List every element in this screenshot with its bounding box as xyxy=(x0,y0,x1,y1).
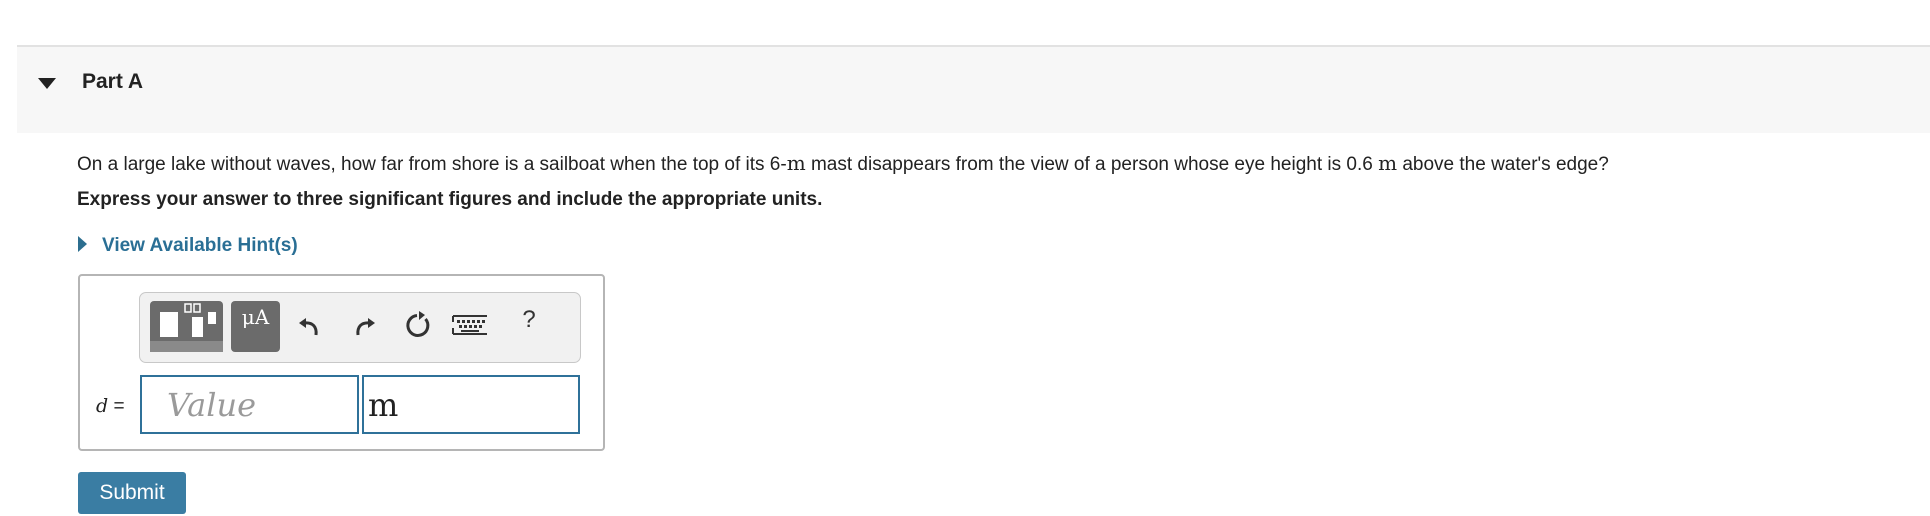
reset-icon xyxy=(406,311,430,337)
keyboard-icon xyxy=(452,315,487,335)
answer-variable-label: d = xyxy=(96,395,125,418)
question-text: On a large lake without waves, how far f… xyxy=(77,151,1609,176)
variable-symbol: d xyxy=(96,395,109,417)
question-unit-2: m xyxy=(1378,151,1398,175)
question-text-part-1: On a large lake without waves, how far f… xyxy=(77,154,787,175)
symbols-button[interactable]: μA xyxy=(231,301,280,352)
undo-icon xyxy=(299,318,318,336)
hint-expand-icon[interactable] xyxy=(78,236,87,252)
units-input[interactable] xyxy=(362,375,580,434)
symbols-label: μA xyxy=(241,305,270,329)
question-unit-1: m xyxy=(786,151,806,175)
keyboard-button[interactable] xyxy=(450,305,490,345)
templates-icon xyxy=(150,303,223,352)
part-header[interactable] xyxy=(17,47,1930,133)
question-text-part-2: mast disappears from the view of a perso… xyxy=(805,154,1379,175)
templates-button[interactable] xyxy=(150,301,223,352)
collapse-caret-icon[interactable] xyxy=(38,78,56,89)
equals-sign: = xyxy=(113,396,125,417)
undo-button[interactable] xyxy=(292,305,326,345)
redo-button[interactable] xyxy=(348,305,382,345)
submit-button[interactable]: Submit xyxy=(78,472,186,514)
answer-instruction: Express your answer to three significant… xyxy=(77,189,823,210)
value-input[interactable] xyxy=(140,375,359,434)
view-hints-link[interactable]: View Available Hint(s) xyxy=(102,235,298,257)
redo-icon xyxy=(356,318,375,336)
question-text-part-3: above the water's edge? xyxy=(1397,154,1609,175)
part-title: Part A xyxy=(82,70,144,93)
reset-button[interactable] xyxy=(402,305,436,345)
help-button[interactable]: ? xyxy=(514,306,544,342)
